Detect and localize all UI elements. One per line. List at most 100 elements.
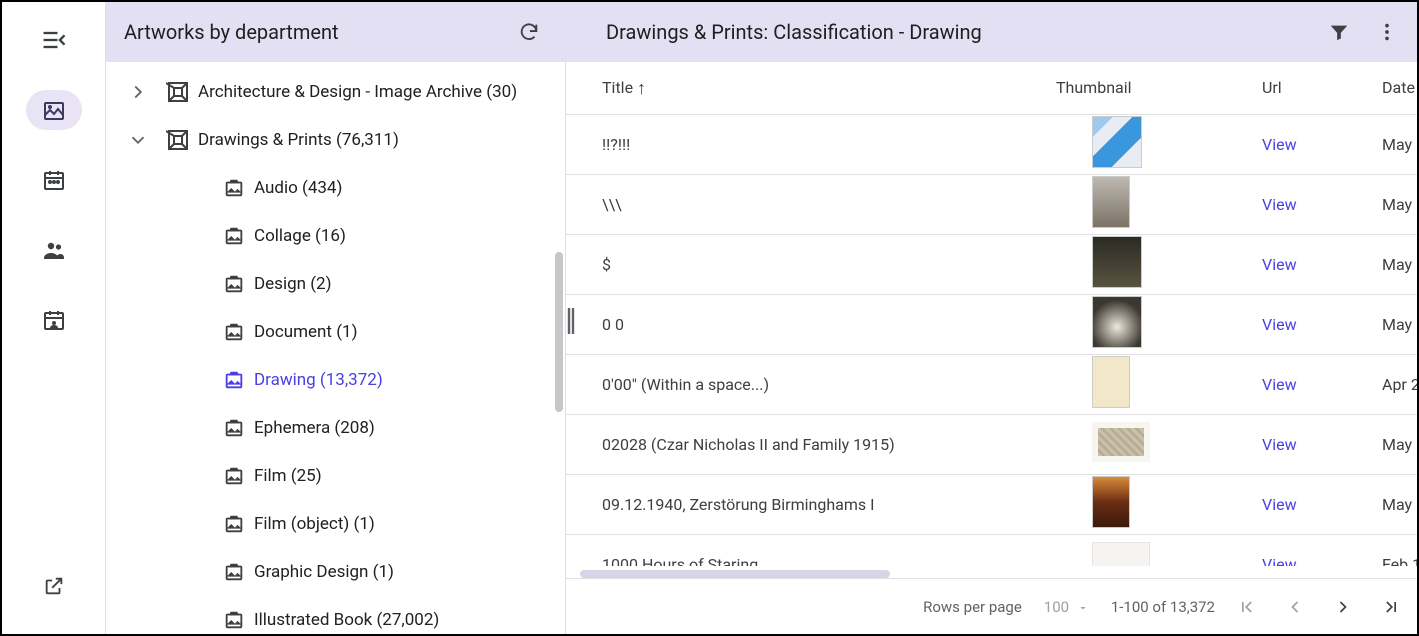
calendar-icon[interactable] bbox=[26, 160, 82, 200]
view-link[interactable]: View bbox=[1262, 255, 1297, 274]
tree-body: Architecture & Design - Image Archive (3… bbox=[106, 62, 565, 634]
cell-date: May bbox=[1346, 474, 1417, 534]
cell-date: May bbox=[1346, 234, 1417, 294]
tree-node-label: Design (2) bbox=[254, 274, 332, 294]
prev-page-button[interactable] bbox=[1285, 597, 1305, 617]
open-external-icon[interactable] bbox=[26, 566, 82, 606]
last-page-button[interactable] bbox=[1381, 597, 1401, 617]
first-page-button[interactable] bbox=[1237, 597, 1257, 617]
table-row[interactable]: 0 0 View May bbox=[566, 294, 1417, 354]
rows-per-page-select[interactable]: 100 bbox=[1044, 598, 1089, 616]
thumbnail-image bbox=[1092, 296, 1142, 348]
data-table: Title↑ Thumbnail Url Date !!?!!! View Ma… bbox=[566, 62, 1417, 566]
column-header-thumbnail[interactable]: Thumbnail bbox=[1056, 62, 1226, 114]
classification-icon bbox=[214, 465, 254, 487]
tree-node[interactable]: Drawing (13,372) bbox=[106, 356, 565, 404]
date-contact-icon[interactable] bbox=[26, 300, 82, 340]
cell-title: 02028 (Czar Nicholas II and Family 1915) bbox=[566, 414, 1056, 474]
cell-url: View bbox=[1226, 414, 1346, 474]
panel-resize-handle[interactable] bbox=[562, 300, 580, 342]
classification-icon bbox=[214, 417, 254, 439]
cell-title: !!?!!! bbox=[566, 114, 1056, 174]
view-link[interactable]: View bbox=[1262, 555, 1297, 567]
column-header-url[interactable]: Url bbox=[1226, 62, 1346, 114]
tree-node[interactable]: Design (2) bbox=[106, 260, 565, 308]
chevron-right-icon[interactable] bbox=[118, 81, 158, 103]
classification-icon bbox=[214, 513, 254, 535]
pagination-footer: Rows per page 100 1-100 of 13,372 bbox=[566, 578, 1417, 634]
tree-node[interactable]: Audio (434) bbox=[106, 164, 565, 212]
cell-url: View bbox=[1226, 174, 1346, 234]
cell-date: May bbox=[1346, 174, 1417, 234]
cell-url: View bbox=[1226, 234, 1346, 294]
people-icon[interactable] bbox=[26, 230, 82, 270]
view-link[interactable]: View bbox=[1262, 315, 1297, 334]
tree-node[interactable]: Illustrated Book (27,002) bbox=[106, 596, 565, 634]
view-link[interactable]: View bbox=[1262, 135, 1297, 154]
department-icon bbox=[158, 128, 198, 152]
department-icon bbox=[158, 80, 198, 104]
thumbnail-image bbox=[1092, 422, 1150, 462]
cell-title: 0'00" (Within a space...) bbox=[566, 354, 1056, 414]
sort-ascending-icon: ↑ bbox=[637, 78, 646, 99]
tree-node-label: Film (object) (1) bbox=[254, 514, 375, 534]
table-row[interactable]: 1000 Hours of Staring View Feb 1 bbox=[566, 534, 1417, 566]
column-header-title[interactable]: Title↑ bbox=[566, 62, 1056, 114]
view-link[interactable]: View bbox=[1262, 495, 1297, 514]
cell-date: May bbox=[1346, 294, 1417, 354]
classification-icon bbox=[214, 609, 254, 631]
classification-icon bbox=[214, 225, 254, 247]
cell-title: 1000 Hours of Staring bbox=[566, 534, 1056, 566]
cell-thumbnail bbox=[1056, 234, 1226, 294]
tree-node[interactable]: Film (25) bbox=[106, 452, 565, 500]
main-panel: Drawings & Prints: Classification - Draw… bbox=[566, 2, 1417, 634]
pagination-range: 1-100 of 13,372 bbox=[1111, 598, 1215, 616]
tree-panel: Artworks by department Architecture & De… bbox=[106, 2, 566, 634]
cell-date: May bbox=[1346, 414, 1417, 474]
tree-node[interactable]: Drawings & Prints (76,311) bbox=[106, 116, 565, 164]
table-row[interactable]: 02028 (Czar Nicholas II and Family 1915)… bbox=[566, 414, 1417, 474]
view-link[interactable]: View bbox=[1262, 375, 1297, 394]
cell-thumbnail bbox=[1056, 354, 1226, 414]
filter-button[interactable] bbox=[1319, 12, 1359, 52]
tree-node-label: Drawing (13,372) bbox=[254, 370, 383, 390]
refresh-button[interactable] bbox=[509, 12, 549, 52]
menu-collapse-icon[interactable] bbox=[26, 20, 82, 60]
next-page-button[interactable] bbox=[1333, 597, 1353, 617]
cell-url: View bbox=[1226, 474, 1346, 534]
thumbnail-image bbox=[1092, 542, 1150, 566]
tree-node[interactable]: Film (object) (1) bbox=[106, 500, 565, 548]
cell-url: View bbox=[1226, 354, 1346, 414]
tree-node[interactable]: Graphic Design (1) bbox=[106, 548, 565, 596]
tree-node-label: Audio (434) bbox=[254, 178, 342, 198]
tree-node-label: Architecture & Design - Image Archive (3… bbox=[198, 82, 517, 102]
table-row[interactable]: \\\ View May bbox=[566, 174, 1417, 234]
tree-node-label: Ephemera (208) bbox=[254, 418, 375, 438]
cell-title: \\\ bbox=[566, 174, 1056, 234]
image-library-icon[interactable] bbox=[26, 90, 82, 130]
column-header-date[interactable]: Date bbox=[1346, 62, 1417, 114]
cell-title: $ bbox=[566, 234, 1056, 294]
chevron-down-icon[interactable] bbox=[118, 129, 158, 151]
tree-node[interactable]: Architecture & Design - Image Archive (3… bbox=[106, 68, 565, 116]
horizontal-scrollbar[interactable] bbox=[580, 570, 1417, 578]
column-header-title-label: Title bbox=[602, 78, 633, 97]
tree-node[interactable]: Document (1) bbox=[106, 308, 565, 356]
horizontal-scrollbar-thumb[interactable] bbox=[580, 570, 890, 578]
table-row[interactable]: 0'00" (Within a space...) View Apr 2 bbox=[566, 354, 1417, 414]
view-link[interactable]: View bbox=[1262, 195, 1297, 214]
thumbnail-image bbox=[1092, 476, 1130, 528]
tree-node[interactable]: Collage (16) bbox=[106, 212, 565, 260]
cell-date: May bbox=[1346, 114, 1417, 174]
dropdown-icon bbox=[1077, 602, 1089, 614]
tree-node[interactable]: Ephemera (208) bbox=[106, 404, 565, 452]
table-row[interactable]: 09.12.1940, Zerstörung Birminghams I Vie… bbox=[566, 474, 1417, 534]
table-row[interactable]: $ View May bbox=[566, 234, 1417, 294]
table-row[interactable]: !!?!!! View May bbox=[566, 114, 1417, 174]
tree-node-label: Document (1) bbox=[254, 322, 358, 342]
tree-node-label: Collage (16) bbox=[254, 226, 346, 246]
view-link[interactable]: View bbox=[1262, 435, 1297, 454]
classification-icon bbox=[214, 561, 254, 583]
cell-url: View bbox=[1226, 294, 1346, 354]
more-menu-button[interactable] bbox=[1367, 12, 1407, 52]
